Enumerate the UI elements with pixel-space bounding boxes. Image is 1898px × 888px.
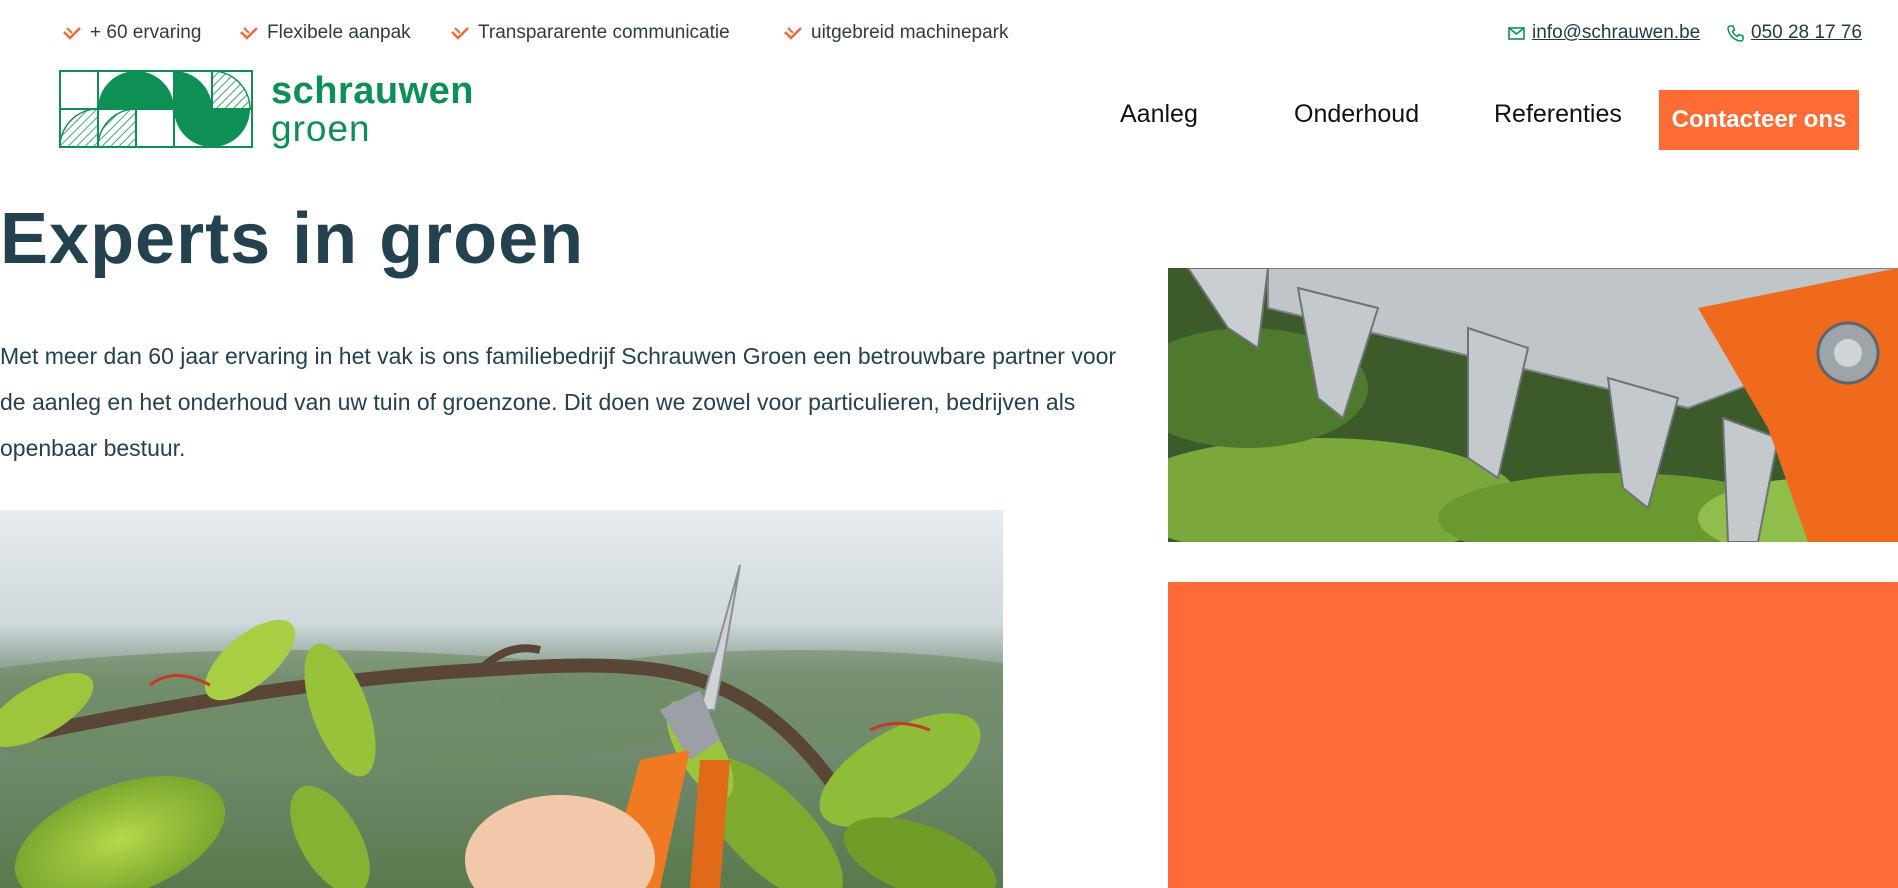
hedge-trimmer-photo — [1168, 268, 1898, 542]
nav-item-onderhoud[interactable]: Onderhoud — [1294, 100, 1419, 129]
email-link[interactable]: info@schrauwen.be — [1508, 22, 1700, 44]
logo-wordmark-top: schrauwen — [271, 70, 475, 112]
check-icon — [240, 27, 258, 40]
usp-label: Flexibele aanpak — [267, 22, 411, 43]
page-title: Experts in groen — [0, 199, 585, 279]
pruning-photo — [0, 510, 1003, 888]
email-text: info@schrauwen.be — [1532, 22, 1701, 43]
contact-button[interactable]: Contacteer ons — [1659, 90, 1859, 150]
phone-link[interactable]: 050 28 17 76 — [1727, 22, 1862, 44]
orange-accent-block — [1168, 582, 1898, 888]
usp-label: uitgebreid machinepark — [811, 22, 1009, 43]
top-bar: + 60 ervaring Flexibele aanpak Transpara… — [0, 0, 1898, 66]
mail-icon — [1508, 26, 1525, 40]
logo-wordmark-bottom: groen — [271, 108, 371, 149]
nav-item-referenties[interactable]: Referenties — [1494, 100, 1622, 129]
check-icon — [451, 27, 469, 40]
phone-text: 050 28 17 76 — [1751, 22, 1862, 43]
usp-label: + 60 ervaring — [90, 22, 202, 43]
usp-item-communication: Transpararente communicatie — [450, 22, 730, 44]
check-icon — [63, 27, 81, 40]
nav-item-aanleg[interactable]: Aanleg — [1120, 100, 1198, 129]
usp-item-experience: + 60 ervaring — [62, 22, 201, 44]
phone-icon — [1727, 24, 1744, 42]
usp-item-machines: uitgebreid machinepark — [783, 22, 1009, 44]
logo-mark — [59, 70, 253, 148]
logo[interactable]: schrauwen groen — [59, 70, 474, 150]
usp-item-flexible: Flexibele aanpak — [239, 22, 411, 44]
intro-text: Met meer dan 60 jaar ervaring in het vak… — [0, 343, 1117, 461]
usp-label: Transpararente communicatie — [478, 22, 730, 43]
check-icon — [784, 27, 802, 40]
